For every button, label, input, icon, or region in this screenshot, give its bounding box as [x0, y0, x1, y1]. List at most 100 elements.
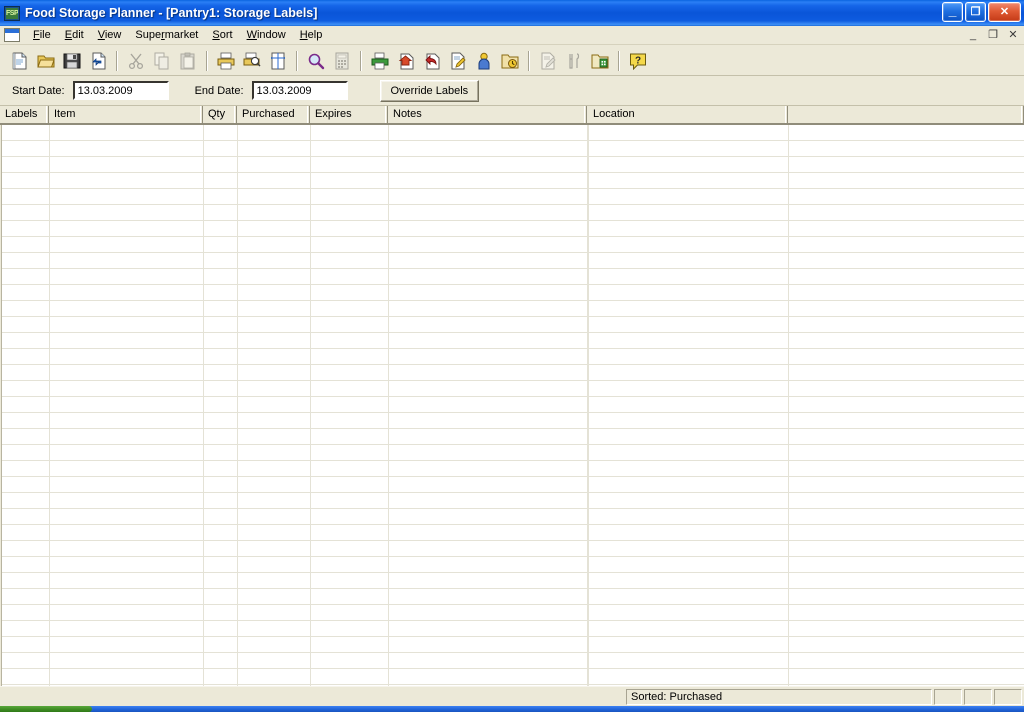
calculator-icon[interactable]: [330, 49, 354, 73]
grid-row[interactable]: [0, 461, 1024, 477]
folder-clock-icon[interactable]: [498, 49, 522, 73]
person-icon[interactable]: [472, 49, 496, 73]
grid-row[interactable]: [0, 621, 1024, 637]
grid-row[interactable]: [0, 365, 1024, 381]
grid-row[interactable]: [0, 157, 1024, 173]
menu-item-edit[interactable]: Edit: [58, 27, 91, 44]
grid-column-header[interactable]: Purchased: [237, 106, 310, 123]
print-icon[interactable]: [214, 49, 238, 73]
grid-row[interactable]: [0, 173, 1024, 189]
grid-column-header[interactable]: Qty: [203, 106, 237, 123]
grid-body[interactable]: [0, 125, 1024, 686]
minimize-button[interactable]: _: [942, 2, 963, 22]
window-title: Food Storage Planner - [Pantry1: Storage…: [25, 6, 317, 20]
toolbar-separator: [296, 51, 298, 71]
svg-text:?: ?: [635, 55, 641, 66]
grid-row[interactable]: [0, 557, 1024, 573]
grid-column-header[interactable]: Labels: [0, 106, 49, 123]
grid-row[interactable]: [0, 141, 1024, 157]
cut-scissors-icon[interactable]: [124, 49, 148, 73]
status-panel-1: [934, 689, 962, 705]
grid-row[interactable]: [0, 573, 1024, 589]
grid-row[interactable]: [0, 493, 1024, 509]
grid-row[interactable]: [0, 221, 1024, 237]
menu-item-supermarket[interactable]: Supermarket: [128, 27, 205, 44]
end-date-input[interactable]: [252, 81, 348, 100]
grid-row[interactable]: [0, 381, 1024, 397]
grid-row[interactable]: [0, 349, 1024, 365]
grid-row[interactable]: [0, 477, 1024, 493]
minimize-icon: _: [943, 3, 962, 21]
start-button[interactable]: [0, 706, 92, 712]
grid-row[interactable]: [0, 285, 1024, 301]
start-date-input[interactable]: [73, 81, 169, 100]
home-inventory-icon[interactable]: [394, 49, 418, 73]
grid-row[interactable]: [0, 445, 1024, 461]
toolbar-separator: [206, 51, 208, 71]
grid-row[interactable]: [0, 333, 1024, 349]
grid-column-divider: [203, 125, 204, 686]
grid-column-header[interactable]: [788, 106, 1024, 123]
menu-item-window[interactable]: Window: [240, 27, 293, 44]
print-preview-icon[interactable]: [240, 49, 264, 73]
menu-item-help[interactable]: Help: [293, 27, 330, 44]
storage-folder-icon[interactable]: [588, 49, 612, 73]
grid-row[interactable]: [0, 237, 1024, 253]
grid-row[interactable]: [0, 269, 1024, 285]
edit-note-icon[interactable]: [536, 49, 560, 73]
override-labels-button[interactable]: Override Labels: [380, 80, 480, 102]
grid-column-header[interactable]: Expires: [310, 106, 388, 123]
grid-row[interactable]: [0, 317, 1024, 333]
grid-row[interactable]: [0, 605, 1024, 621]
menu-item-view[interactable]: View: [91, 27, 129, 44]
grid-row[interactable]: [0, 653, 1024, 669]
paste-clipboard-icon[interactable]: [176, 49, 200, 73]
open-folder-icon[interactable]: [34, 49, 58, 73]
grid-row[interactable]: [0, 429, 1024, 445]
grid-header-row: LabelsItemQtyPurchasedExpiresNotesLocati…: [0, 106, 1024, 125]
grid-row[interactable]: [0, 637, 1024, 653]
import-document-icon[interactable]: [86, 49, 110, 73]
grid-row-selector-column: [0, 125, 2, 686]
grid-row[interactable]: [0, 125, 1024, 141]
page-setup-icon[interactable]: [266, 49, 290, 73]
mdi-close-button[interactable]: ✕: [1006, 28, 1020, 42]
utensils-icon[interactable]: [562, 49, 586, 73]
mdi-restore-button[interactable]: ❐: [986, 28, 1000, 42]
grid-row[interactable]: [0, 189, 1024, 205]
grid-row[interactable]: [0, 301, 1024, 317]
label-printer-icon[interactable]: [368, 49, 392, 73]
grid-row[interactable]: [0, 413, 1024, 429]
close-button[interactable]: ✕: [988, 2, 1021, 22]
save-floppy-icon[interactable]: [60, 49, 84, 73]
status-panel-3: [994, 689, 1022, 705]
menu-item-file[interactable]: File: [26, 27, 58, 44]
grid-row[interactable]: [0, 397, 1024, 413]
filter-bar: Start Date: End Date: Override Labels: [0, 76, 1024, 106]
windows-taskbar: [0, 706, 1024, 712]
copy-icon[interactable]: [150, 49, 174, 73]
toolbar-separator: [360, 51, 362, 71]
grid-column-header[interactable]: Item: [49, 106, 203, 123]
grid-row[interactable]: [0, 205, 1024, 221]
grid-row[interactable]: [0, 589, 1024, 605]
grid-row[interactable]: [0, 509, 1024, 525]
restore-button[interactable]: ❐: [965, 2, 986, 22]
grid-column-header[interactable]: Notes: [388, 106, 587, 123]
grid-row[interactable]: [0, 669, 1024, 685]
grid-column-header[interactable]: Location: [588, 106, 788, 123]
mdi-minimize-button[interactable]: _: [966, 28, 980, 42]
close-icon: ✕: [989, 3, 1020, 21]
search-magnifier-icon[interactable]: [304, 49, 328, 73]
toolbar-separator: [528, 51, 530, 71]
application-window: FSP Food Storage Planner - [Pantry1: Sto…: [0, 0, 1024, 712]
grid-row[interactable]: [0, 253, 1024, 269]
help-question-icon[interactable]: ?: [626, 49, 650, 73]
menu-item-sort[interactable]: Sort: [205, 27, 239, 44]
grid-row[interactable]: [0, 525, 1024, 541]
mdi-document-icon[interactable]: [4, 28, 20, 42]
new-document-icon[interactable]: [8, 49, 32, 73]
edit-entry-icon[interactable]: [446, 49, 470, 73]
grid-row[interactable]: [0, 541, 1024, 557]
return-item-icon[interactable]: [420, 49, 444, 73]
